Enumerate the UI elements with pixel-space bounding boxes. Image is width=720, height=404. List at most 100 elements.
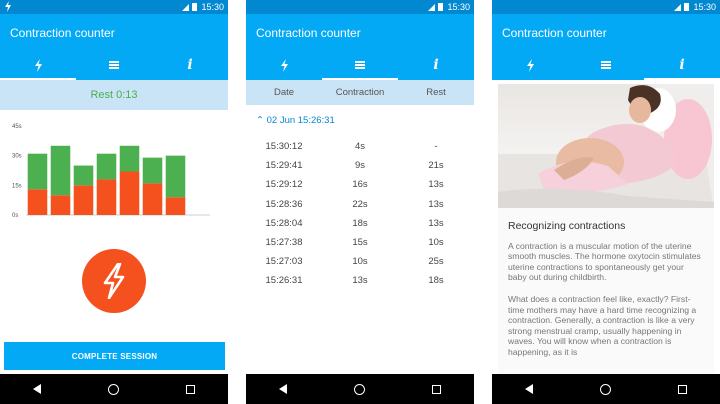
session-date-label: 02 Jun 15:26:31 — [266, 115, 335, 126]
lightning-notification-icon — [4, 1, 12, 15]
cell-contraction: 4s — [354, 141, 366, 153]
cell-contraction: 15s — [352, 237, 368, 249]
recents-icon[interactable] — [185, 384, 195, 394]
tab-history[interactable] — [76, 50, 152, 80]
bar-rest — [96, 153, 117, 180]
bar-rest — [142, 157, 163, 184]
cell-time: 15:28:36 — [265, 198, 303, 210]
tab-counter[interactable] — [492, 50, 568, 80]
app-bar: Contraction counter i — [0, 14, 228, 80]
article-heading: Recognizing contractions — [508, 220, 626, 232]
cell-time: 15:28:04 — [265, 217, 303, 229]
back-icon[interactable] — [33, 384, 42, 394]
column-header-rest: Rest — [426, 87, 446, 98]
history-list: 15:30:12 4s -15:29:41 9s 21s 15:29:12 16s 13s 15… — [246, 137, 474, 291]
tab-info[interactable]: i — [644, 50, 720, 80]
recents-icon[interactable] — [677, 384, 687, 394]
info-icon: i — [433, 57, 439, 73]
y-tick-label: 0s — [12, 213, 18, 219]
y-tick-label: 30s — [12, 154, 22, 160]
bar-contraction — [96, 179, 117, 215]
column-header-contraction: Contraction — [335, 87, 385, 98]
cell-rest: - — [434, 141, 438, 153]
cell-contraction: 22s — [352, 198, 368, 210]
table-row: 15:28:36 22s 13s — [246, 195, 474, 214]
session-group-header[interactable]: ⌃ 02 Jun 15:26:31 — [246, 105, 474, 131]
chevron-up-icon: ⌃ — [256, 115, 264, 126]
signal-icon — [674, 3, 682, 11]
status-bar: 15:30 — [246, 0, 474, 14]
lightning-icon — [103, 263, 125, 299]
lightning-icon — [34, 58, 42, 72]
home-icon[interactable] — [353, 383, 365, 395]
cell-rest: 10s — [428, 237, 444, 249]
tab-counter[interactable] — [246, 50, 322, 80]
bar-contraction — [119, 171, 140, 215]
bar-contraction — [50, 195, 71, 215]
info-article: Recognizing contractions A contraction i… — [498, 208, 714, 374]
screen-counter: 15:30 Contraction counter i Rest 0:13 0s… — [0, 0, 228, 404]
lightning-icon — [526, 58, 534, 72]
table-row: 15:29:41 9s 21s — [246, 156, 474, 175]
back-icon[interactable] — [525, 384, 534, 394]
table-row: 15:26:31 13s 18s — [246, 271, 474, 290]
cell-rest: 13s — [428, 179, 444, 191]
bar-rest — [165, 155, 186, 198]
battery-icon — [684, 3, 690, 11]
app-title: Contraction counter — [502, 26, 607, 40]
table-row: 15:28:04 18s 13s — [246, 214, 474, 233]
pregnant-woman-photo — [498, 84, 714, 208]
complete-session-button[interactable]: COMPLETE SESSION — [4, 342, 225, 370]
battery-icon — [438, 3, 444, 11]
recents-icon[interactable] — [431, 384, 441, 394]
cell-time: 15:27:03 — [265, 256, 303, 268]
screen-history: 15:30 Contraction counter i Date Contrac… — [246, 0, 474, 404]
tab-info[interactable]: i — [398, 50, 474, 80]
table-row: 15:27:38 15s 10s — [246, 233, 474, 252]
list-icon — [109, 60, 119, 71]
list-icon — [601, 60, 611, 71]
tab-history[interactable] — [322, 50, 398, 80]
signal-icon — [182, 3, 190, 11]
bar-rest — [119, 145, 140, 172]
battery-icon — [192, 3, 198, 11]
info-icon: i — [679, 57, 685, 73]
y-tick-label: 45s — [12, 124, 22, 130]
cell-contraction: 13s — [352, 275, 368, 287]
tab-bar: i — [246, 50, 474, 80]
start-contraction-button[interactable] — [82, 249, 146, 313]
home-icon[interactable] — [107, 383, 119, 395]
cell-time: 15:29:41 — [265, 160, 303, 172]
cell-rest: 18s — [428, 275, 444, 287]
cell-time: 15:30:12 — [265, 141, 303, 153]
y-tick-label: 15s — [12, 183, 22, 189]
status-bar: 15:30 — [0, 0, 228, 14]
article-paragraph: What does a contraction feel like, exact… — [508, 293, 697, 357]
cell-rest: 13s — [428, 198, 444, 210]
tab-counter[interactable] — [0, 50, 76, 80]
table-row: 15:30:12 4s - — [246, 137, 474, 156]
list-icon — [355, 60, 365, 71]
cell-time: 15:27:38 — [265, 237, 303, 249]
system-nav-bar — [492, 374, 720, 404]
rest-timer-label: Rest 0:13 — [90, 89, 138, 101]
app-bar: Contraction counter i — [246, 14, 474, 80]
home-icon[interactable] — [599, 383, 611, 395]
app-bar: Contraction counter i — [492, 14, 720, 80]
bar-rest — [50, 145, 71, 196]
back-icon[interactable] — [279, 384, 288, 394]
bar-contraction — [27, 189, 48, 215]
contractions-chart: 0s 15s 30s 45s — [12, 124, 210, 219]
bar-rest — [73, 165, 94, 186]
cell-contraction: 9s — [354, 160, 366, 172]
tab-history[interactable] — [568, 50, 644, 80]
screen-info: 15:30 Contraction counter i Recognizing … — [492, 0, 720, 404]
system-nav-bar — [246, 374, 474, 404]
status-time: 15:30 — [447, 2, 470, 12]
tab-info[interactable]: i — [152, 50, 228, 80]
lightning-icon — [280, 58, 288, 72]
system-nav-bar — [0, 374, 228, 404]
bar-contraction — [73, 185, 94, 215]
app-title: Contraction counter — [10, 26, 115, 40]
tab-bar: i — [492, 50, 720, 80]
